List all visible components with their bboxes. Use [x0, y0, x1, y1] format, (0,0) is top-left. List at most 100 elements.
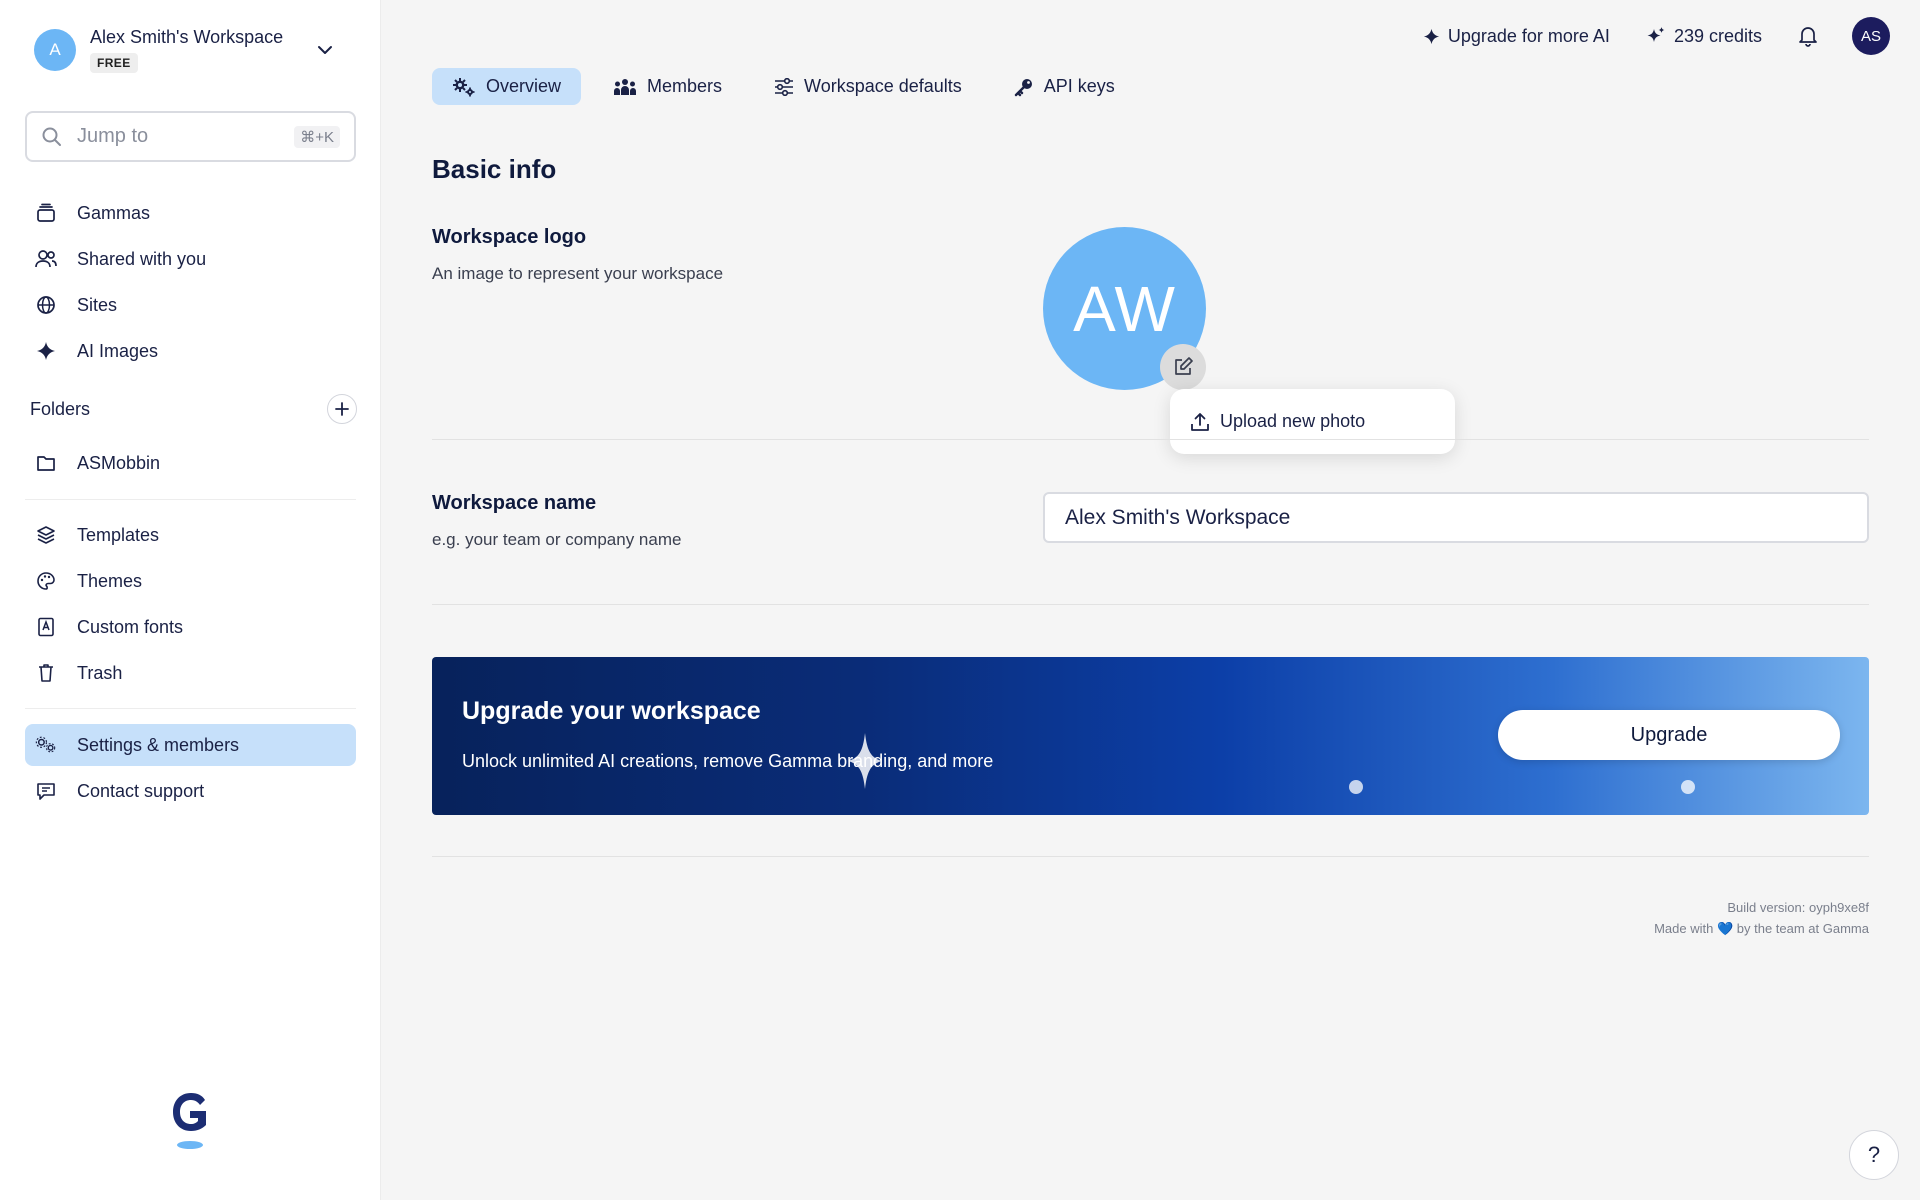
sidebar-item-custom-fonts[interactable]: Custom fonts	[25, 606, 356, 648]
build-version: Build version: oyph9xe8f	[1727, 900, 1869, 915]
sidebar-item-label: Settings & members	[77, 734, 240, 755]
plan-badge: FREE	[90, 53, 138, 73]
sidebar-item-templates[interactable]: Templates	[25, 514, 356, 556]
sidebar-item-sites[interactable]: Sites	[25, 284, 356, 326]
users-icon	[35, 248, 57, 270]
jump-to-search[interactable]: ⌘+K	[25, 111, 356, 162]
sidebar-divider	[25, 708, 356, 709]
settings-tabs: Overview Members Workspace defaults API …	[432, 68, 1147, 105]
upgrade-button[interactable]: Upgrade	[1498, 710, 1840, 760]
search-icon	[42, 127, 61, 146]
sidebar-item-label: ASMobbin	[77, 452, 161, 473]
sidebar-item-label: Templates	[77, 524, 160, 545]
sidebar-item-label: Custom fonts	[77, 616, 184, 637]
sidebar-item-folder-asmobbin[interactable]: ASMobbin	[25, 442, 356, 484]
sidebar-item-gammas[interactable]: Gammas	[25, 192, 356, 234]
shortcut-hint: ⌘+K	[294, 125, 340, 148]
tab-workspace-defaults[interactable]: Workspace defaults	[754, 68, 982, 105]
upgrade-banner: Upgrade your workspace Unlock unlimited …	[432, 657, 1869, 815]
sidebar-item-label: AI Images	[77, 340, 159, 361]
palette-icon	[35, 570, 57, 592]
banner-subtitle: Unlock unlimited AI creations, remove Ga…	[462, 751, 994, 771]
upload-new-photo-menu-item[interactable]: Upload new photo	[1170, 389, 1455, 454]
sidebar-item-label: Shared with you	[77, 248, 207, 269]
sparkle-decoration-icon	[848, 733, 882, 789]
page-title: Basic info	[432, 154, 557, 184]
sparkle-icon	[35, 340, 57, 362]
sidebar-item-settings-members[interactable]: Settings & members	[25, 724, 356, 766]
layers-icon	[35, 524, 57, 546]
sidebar-item-ai-images[interactable]: AI Images	[25, 330, 356, 372]
sidebar-item-label: Contact support	[77, 780, 205, 801]
search-input[interactable]	[77, 125, 267, 148]
help-button[interactable]: ?	[1849, 1130, 1899, 1180]
tab-label: Workspace defaults	[804, 76, 962, 96]
upgrade-ai-label: Upgrade for more AI	[1447, 25, 1610, 46]
globe-icon	[35, 294, 57, 316]
sidebar: A Alex Smith's Workspace FREE ⌘+K Gammas…	[0, 0, 381, 1200]
sidebar-item-label: Trash	[77, 662, 123, 683]
tertiary-nav: Settings & members Contact support	[25, 724, 356, 816]
upload-icon	[1191, 412, 1209, 431]
font-book-icon	[35, 616, 57, 638]
workspace-avatar: A	[34, 29, 76, 71]
gamma-logo-icon	[173, 1093, 206, 1149]
tab-api-keys[interactable]: API keys	[994, 68, 1135, 105]
sidebar-item-themes[interactable]: Themes	[25, 560, 356, 602]
made-with-suffix: by the team at Gamma	[1736, 921, 1869, 936]
tab-label: Members	[647, 76, 723, 96]
made-with-prefix: Made with	[1654, 921, 1714, 936]
heart-icon: 💙	[1716, 921, 1734, 936]
section-divider	[432, 604, 1869, 605]
bell-icon	[1799, 27, 1817, 47]
notifications-button[interactable]	[1798, 25, 1818, 47]
banner-dot-decoration	[1681, 780, 1695, 794]
folders-header: Folders	[30, 392, 357, 426]
chat-icon	[35, 780, 57, 802]
credits-label: 239 credits	[1673, 25, 1762, 46]
folders-list: ASMobbin	[25, 442, 356, 488]
tab-members[interactable]: Members	[593, 68, 742, 105]
sidebar-item-contact-support[interactable]: Contact support	[25, 770, 356, 812]
sidebar-item-shared[interactable]: Shared with you	[25, 238, 356, 280]
team-icon	[614, 78, 637, 95]
sparkle-icon	[1423, 28, 1439, 44]
user-avatar[interactable]: AS	[1852, 17, 1890, 55]
upload-new-photo-label: Upload new photo	[1220, 411, 1366, 431]
settings-members-icon	[35, 734, 57, 756]
banner-title: Upgrade your workspace	[462, 697, 761, 725]
primary-nav: Gammas Shared with you Sites AI Images	[25, 192, 356, 376]
sidebar-divider	[25, 499, 356, 500]
workspace-name: Alex Smith's Workspace	[90, 27, 284, 47]
upgrade-ai-link[interactable]: Upgrade for more AI	[1423, 26, 1610, 47]
tab-overview[interactable]: Overview	[432, 68, 582, 105]
workspace-logo-label: Workspace logo	[432, 226, 587, 248]
sliders-icon	[775, 77, 794, 96]
workspace-name-label: Workspace name	[432, 492, 597, 514]
workspace-name-field[interactable]	[1043, 492, 1869, 543]
secondary-nav: Templates Themes Custom fonts Trash	[25, 514, 356, 698]
key-icon	[1014, 78, 1032, 96]
edit-icon	[1175, 357, 1193, 375]
workspace-switcher[interactable]: A Alex Smith's Workspace FREE	[25, 22, 355, 78]
edit-logo-button[interactable]	[1160, 344, 1206, 390]
credits-link[interactable]: 239 credits	[1646, 26, 1762, 47]
gears-icon	[453, 77, 475, 96]
folders-title: Folders	[30, 398, 91, 419]
banner-dot-decoration	[1349, 780, 1363, 794]
folder-icon	[35, 452, 57, 474]
workspace-name-help: e.g. your team or company name	[432, 530, 682, 549]
trash-icon	[35, 662, 57, 684]
workspace-text: Alex Smith's Workspace FREE	[90, 27, 283, 73]
sidebar-item-label: Themes	[77, 570, 143, 591]
app-root: A Alex Smith's Workspace FREE ⌘+K Gammas…	[0, 0, 1920, 1200]
add-folder-button[interactable]	[327, 394, 357, 424]
tab-label: Overview	[486, 76, 562, 96]
made-with-text: Made with 💙 by the team at Gamma	[1654, 921, 1869, 937]
section-divider	[432, 439, 1869, 440]
plus-icon	[335, 402, 349, 416]
sidebar-item-trash[interactable]: Trash	[25, 652, 356, 694]
sidebar-item-label: Gammas	[77, 202, 151, 223]
sidebar-item-label: Sites	[77, 294, 118, 315]
section-divider	[432, 856, 1869, 857]
